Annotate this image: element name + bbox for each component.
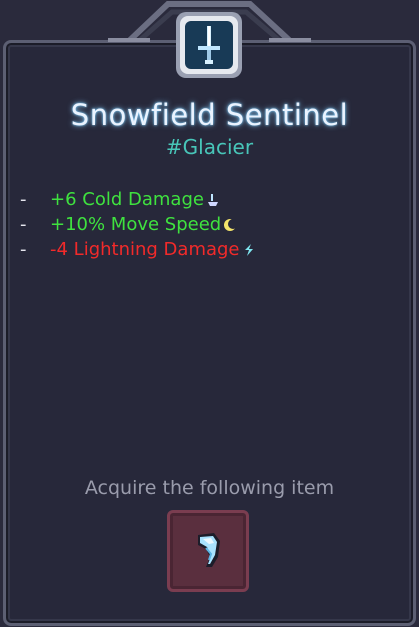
stat-text: -4 Lightning Damage	[50, 239, 240, 260]
item-tag: #Glacier	[165, 135, 254, 159]
lightning-icon	[244, 243, 253, 256]
stat-list: - +6 Cold Damage - +10% Move Speed - -4 …	[20, 187, 256, 262]
acquire-label: Acquire the following item	[84, 477, 335, 499]
stat-bullet: -	[20, 189, 27, 210]
ice-fang-icon	[198, 533, 220, 567]
stat-text: +10% Move Speed	[50, 214, 222, 235]
stat-text: +6 Cold Damage	[50, 189, 204, 210]
stat-bullet: -	[20, 239, 27, 260]
item-title: Snowfield Sentinel	[70, 98, 349, 132]
reward-item-slot[interactable]	[167, 510, 249, 592]
stat-line: - +10% Move Speed	[20, 212, 256, 237]
sword-crest	[108, 1, 311, 78]
stat-line: - -4 Lightning Damage	[20, 237, 256, 262]
cold-drop-icon	[207, 193, 218, 206]
stat-line: - +6 Cold Damage	[20, 187, 256, 212]
stat-bullet: -	[20, 214, 27, 235]
speed-moon-icon	[224, 218, 238, 231]
